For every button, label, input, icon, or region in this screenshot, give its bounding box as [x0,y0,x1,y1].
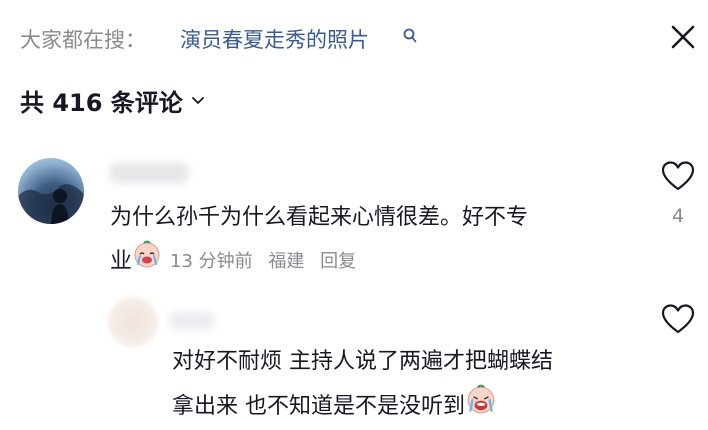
comment-1-line2: 业 [110,249,133,274]
comment-2-line1: 对好不耐烦 主持人说了两遍才把蝴蝶结 [172,349,553,374]
close-button[interactable] [664,18,702,56]
like-count: 4 [672,205,685,227]
crying-face-emoji [132,239,162,284]
search-suggestion-prefix: 大家都在搜： [20,28,146,52]
like-button[interactable] [661,303,695,339]
reply-button[interactable]: 回复 [320,251,356,272]
username-blurred[interactable] [170,312,214,330]
heart-outline-icon [661,161,695,191]
comment-count-title: 共 416 条评论 [20,89,183,117]
username-blurred[interactable] [110,163,188,183]
close-icon [671,25,695,49]
comment-2-text: 对好不耐烦 主持人说了两遍才把蝴蝶结 拿出来 也不知道是不是没听到 [172,340,652,430]
comment-1-text: 为什么孙千为什么看起来心情很差。好不专 业 13 分钟前 福建 回复 [110,196,630,284]
comment-count-toggle[interactable]: 共 416 条评论 [20,83,205,118]
avatar[interactable] [18,158,84,224]
search-icon[interactable] [403,28,417,48]
heart-outline-icon [661,304,695,334]
comment-1-time: 13 分钟前 [170,251,253,272]
search-suggestion-link[interactable]: 演员春夏走秀的照片 [180,24,369,54]
avatar[interactable] [108,297,158,347]
comment-1-meta: 13 分钟前 福建 回复 [170,240,366,283]
comment-1-line1: 为什么孙千为什么看起来心情很差。好不专 [110,205,529,230]
crying-face-emoji [465,383,497,430]
like-button[interactable] [661,160,695,196]
comment-1-location: 福建 [268,251,305,272]
chevron-down-icon [191,96,204,104]
